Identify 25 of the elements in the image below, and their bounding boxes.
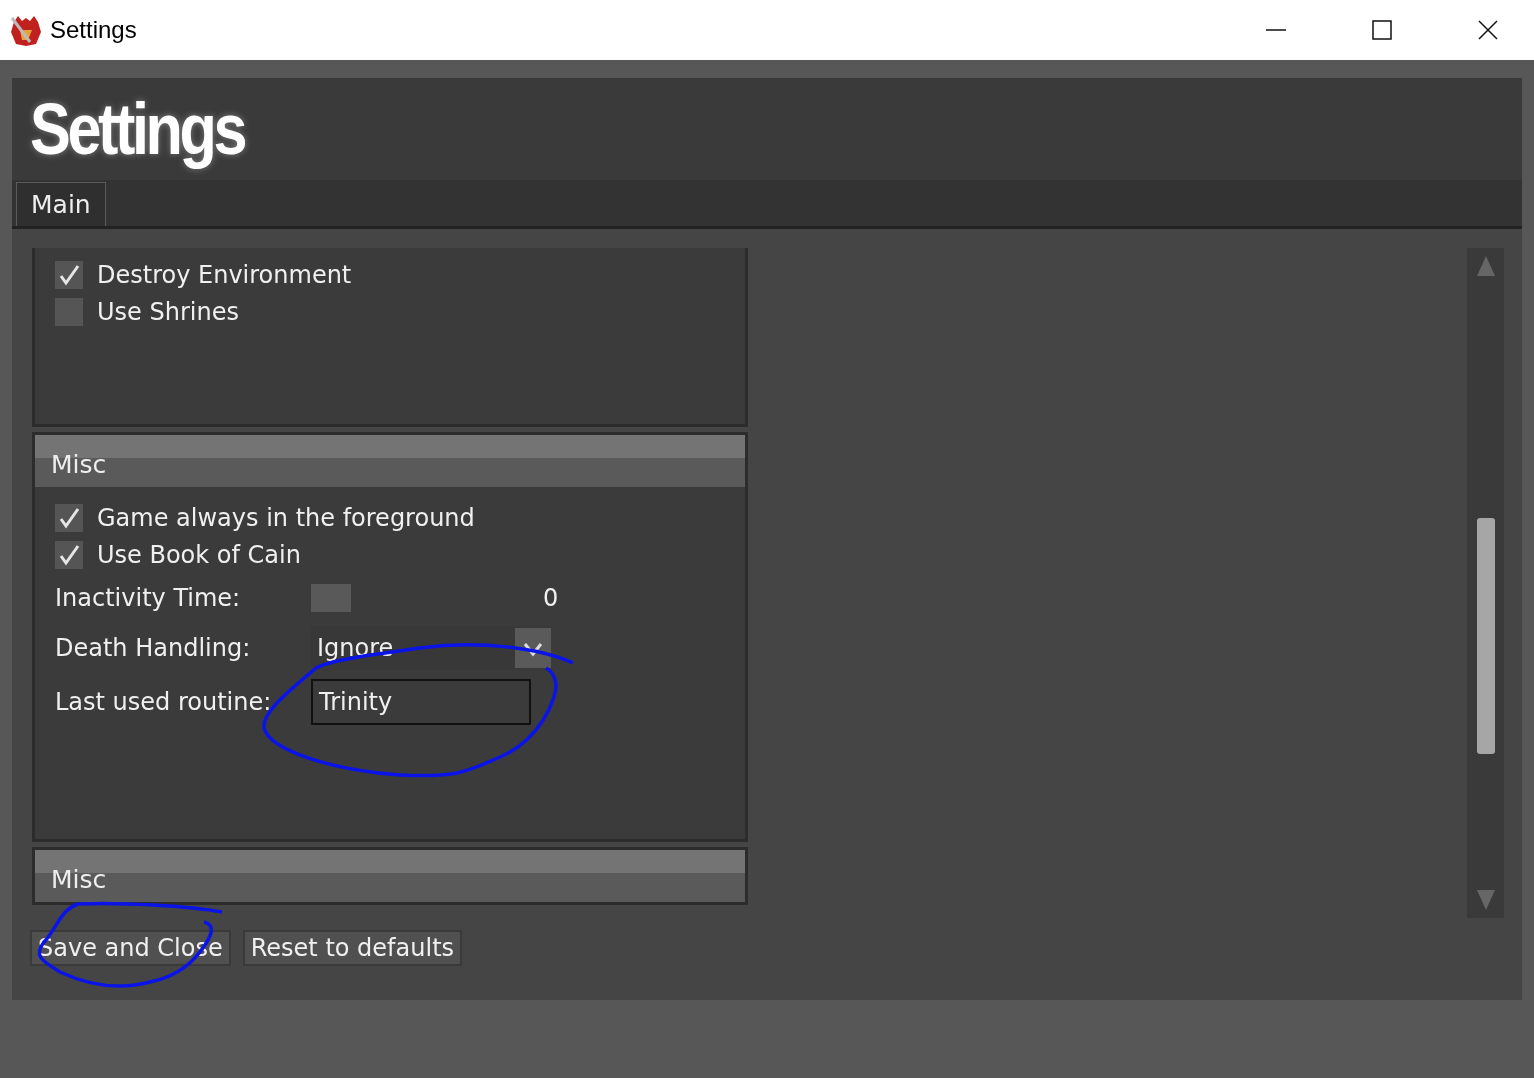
window-title: Settings <box>50 16 137 44</box>
field-label: Death Handling: <box>55 634 252 662</box>
action-button[interactable]: Reset to defaults <box>242 930 463 966</box>
checkbox[interactable] <box>55 540 83 569</box>
scrollbar-thumb[interactable] <box>1477 518 1495 754</box>
group-title: Misc <box>51 450 107 479</box>
checkbox[interactable] <box>55 503 83 532</box>
checkbox-label: Destroy Environment <box>97 260 352 289</box>
checkbox-label: Use Shrines <box>97 297 239 326</box>
slider-value: 0 <box>543 584 559 612</box>
checkbox-label: Use Book of Cain <box>97 540 301 569</box>
field-label: Last used routine: <box>55 688 273 716</box>
group-title: Misc <box>51 865 107 894</box>
field-label: Inactivity Time: <box>55 584 242 612</box>
checkbox[interactable] <box>55 297 83 326</box>
scrollbar[interactable] <box>1467 248 1504 918</box>
checkbox-label: Game always in the foreground <box>97 503 475 532</box>
maximize-icon[interactable] <box>1372 20 1392 40</box>
close-icon[interactable] <box>1478 20 1498 40</box>
tab[interactable]: Main <box>16 182 106 226</box>
slider-thumb[interactable] <box>311 584 351 612</box>
settings-heading: Settings <box>30 88 245 170</box>
text-field[interactable]: Trinity <box>311 679 531 725</box>
chevron-down-icon[interactable] <box>515 628 551 668</box>
checkbox[interactable] <box>55 260 83 289</box>
